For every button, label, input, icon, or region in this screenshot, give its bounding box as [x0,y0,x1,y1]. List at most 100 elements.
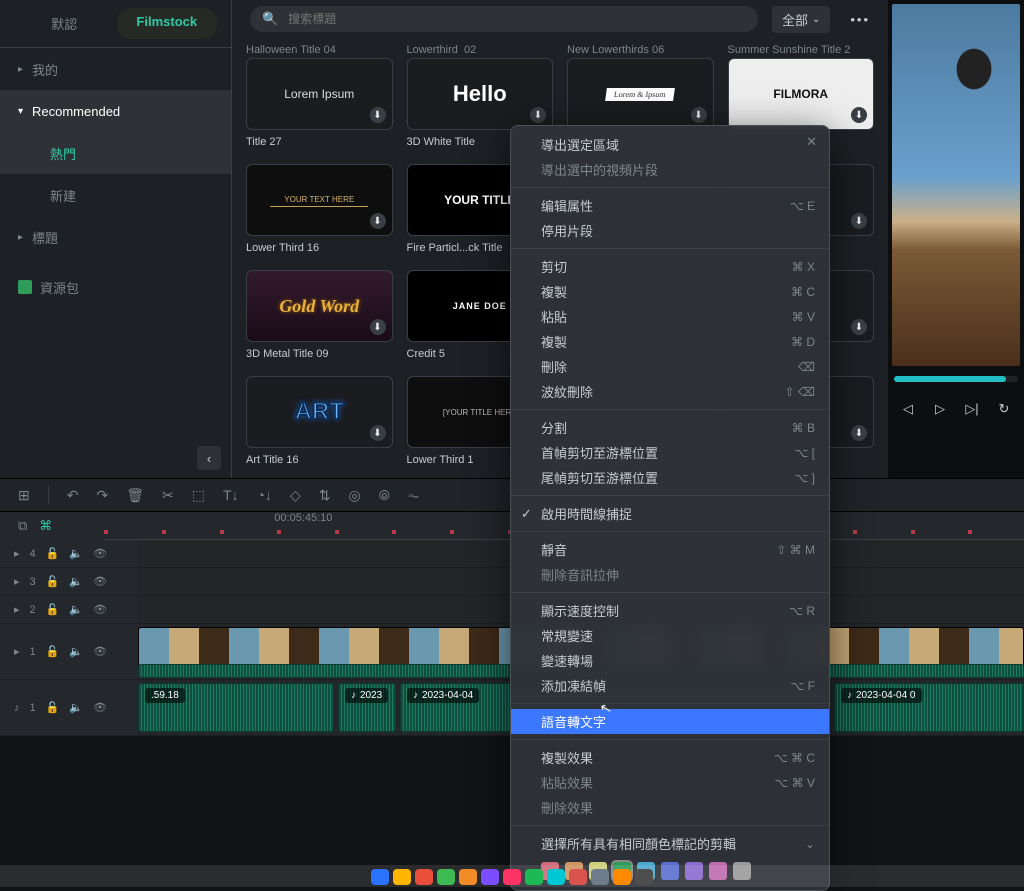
video-track-icon: ▸ [14,547,20,560]
dup-track-icon[interactable]: ⧉ [18,518,27,534]
macos-dock[interactable] [0,865,1024,887]
download-icon[interactable]: ⬇ [370,425,386,441]
menu-edit-properties[interactable]: 编辑属性⌥ E [511,193,829,218]
layout-icon[interactable]: ⊞ [18,487,30,504]
search-icon: 🔍 [262,11,278,27]
title-card-label: Lowerthird_02 [407,38,554,54]
sidebar-item-mine[interactable]: ▸我的 [0,48,231,90]
sidebar-item-packs[interactable]: 資源包 [0,266,231,308]
menu-trim-end[interactable]: 尾幀剪切至游標位置⌥ ] [511,465,829,490]
search-box[interactable]: 🔍 [250,6,758,32]
dock-app-icon[interactable] [569,869,587,885]
more-menu[interactable]: ••• [844,12,876,27]
title-card[interactable]: YOUR TEXT HERE⬇Lower Third 16 [246,164,393,256]
preview-video[interactable] [892,4,1020,366]
text-tool[interactable]: T↓ [223,487,239,503]
download-icon[interactable]: ⬇ [530,107,546,123]
tab-default[interactable]: 默認 [14,8,115,39]
title-card-label: New Lowerthirds 06 [567,38,714,54]
title-card-label: 3D Metal Title 09 [246,342,393,362]
dock-app-icon[interactable] [525,869,543,885]
menu-copy[interactable]: 複製⌘ C [511,279,829,304]
dock-app-icon[interactable] [415,869,433,885]
download-icon[interactable]: ⬇ [370,107,386,123]
dock-app-icon[interactable] [371,869,389,885]
sidebar-item-recommended[interactable]: ▾Recommended [0,90,231,132]
title-card[interactable]: Lorem Ipsum⬇Title 27 [246,58,393,150]
delete-button[interactable]: 🗑 [126,487,144,504]
title-card[interactable]: Gold Word⬇3D Metal Title 09 [246,270,393,362]
menu-delete[interactable]: 刪除⌫ [511,354,829,379]
select-tool[interactable]: ⬚ [192,487,205,504]
play-button[interactable]: ▷ [929,398,951,420]
prev-frame-button[interactable]: ◁ [897,398,919,420]
download-icon[interactable]: ⬇ [851,319,867,335]
tab-filmstock[interactable]: Filmstock [117,8,218,39]
dock-app-icon[interactable] [613,869,631,885]
sidebar-item-hot[interactable]: 熱門 [0,132,231,174]
dock-app-icon[interactable] [635,869,653,885]
menu-speed-control[interactable]: 顯示速度控制⌥ R [511,598,829,623]
chevron-down-icon: ⌄ [812,14,820,25]
color-tool[interactable]: ◎ [349,487,361,504]
sidebar-item-titles[interactable]: ▸標題 [0,216,231,258]
title-card-label: Title 27 [246,130,393,150]
menu-ripple-delete[interactable]: 波紋刪除⇧ ⌫ [511,379,829,404]
filter-dropdown[interactable]: 全部⌄ [772,6,830,33]
adjust-tool[interactable]: ⇅ [319,487,331,504]
timecode: 00:05:45:10 [274,512,332,524]
undo-button[interactable]: ↶ [67,487,79,504]
dock-app-icon[interactable] [459,869,477,885]
dock-app-icon[interactable] [437,869,455,885]
menu-delete-stretch: 刪除音訊拉伸 [511,562,829,587]
menu-delete-effects: 刪除效果 [511,795,829,820]
marker-tool[interactable]: ⦾ [379,487,390,504]
next-frame-button[interactable]: ▷| [961,398,983,420]
download-icon[interactable]: ⬇ [851,107,867,123]
dock-app-icon[interactable] [503,869,521,885]
dock-app-icon[interactable] [547,869,565,885]
crop-tool[interactable]: ◇ [290,487,301,504]
menu-freeze-frame[interactable]: 添加凍結幀⌥ F [511,673,829,698]
menu-uniform-speed[interactable]: 常規變速 [511,623,829,648]
eye-icon[interactable]: 👁 [93,547,107,560]
menu-mute[interactable]: 靜音⇧ ⌘ M [511,537,829,562]
title-card-label: Lower Third 16 [246,236,393,256]
menu-export-region[interactable]: 導出選定區域 [511,132,829,157]
preview-panel: ◁ ▷ ▷| ↻ [888,0,1024,478]
menu-copy-effects[interactable]: 複製效果⌥ ⌘ C [511,745,829,770]
redo-button[interactable]: ↷ [96,487,108,504]
collapse-sidebar-button[interactable]: ‹ [197,446,221,470]
preview-scrubber[interactable] [894,376,1018,382]
menu-duplicate[interactable]: 複製⌘ D [511,329,829,354]
search-input[interactable] [286,11,746,27]
menu-speech-to-text[interactable]: 語音轉文字 [511,709,829,734]
menu-speed-ramp[interactable]: 變速轉場 [511,648,829,673]
menu-export-clips: 導出選中的視頻片段 [511,157,829,182]
lock-icon[interactable]: 🔓 [46,547,60,560]
menu-split[interactable]: 分割⌘ B [511,415,829,440]
title-card[interactable]: ART⬇Art Title 16 [246,376,393,468]
menu-disable-clip[interactable]: 停用片段 [511,218,829,243]
download-icon[interactable]: ⬇ [851,425,867,441]
download-icon[interactable]: ⬇ [370,319,386,335]
loop-button[interactable]: ↻ [993,398,1015,420]
menu-select-by-color[interactable]: 選擇所有具有相同顏色標記的剪輯⌄ [511,831,829,856]
dock-app-icon[interactable] [393,869,411,885]
link-icon[interactable]: ⌘ [39,518,52,534]
menu-cut[interactable]: 剪切⌘ X [511,254,829,279]
speed-tool[interactable]: ◔↓ [257,487,272,503]
dock-app-icon[interactable] [481,869,499,885]
menu-snapping[interactable]: 啟用時間線捕捉 [511,501,829,526]
audio-tool[interactable]: ⏦ [408,487,419,504]
dock-app-icon[interactable] [591,869,609,885]
cut-button[interactable]: ✂ [162,487,174,504]
title-card-label: Art Title 16 [246,448,393,468]
download-icon[interactable]: ⬇ [370,213,386,229]
sidebar-item-new[interactable]: 新建 [50,174,231,216]
menu-trim-start[interactable]: 首幀剪切至游標位置⌥ [ [511,440,829,465]
mute-icon[interactable]: 🔈 [69,547,83,560]
download-icon[interactable]: ⬇ [691,107,707,123]
menu-paste[interactable]: 粘貼⌘ V [511,304,829,329]
download-icon[interactable]: ⬇ [851,213,867,229]
